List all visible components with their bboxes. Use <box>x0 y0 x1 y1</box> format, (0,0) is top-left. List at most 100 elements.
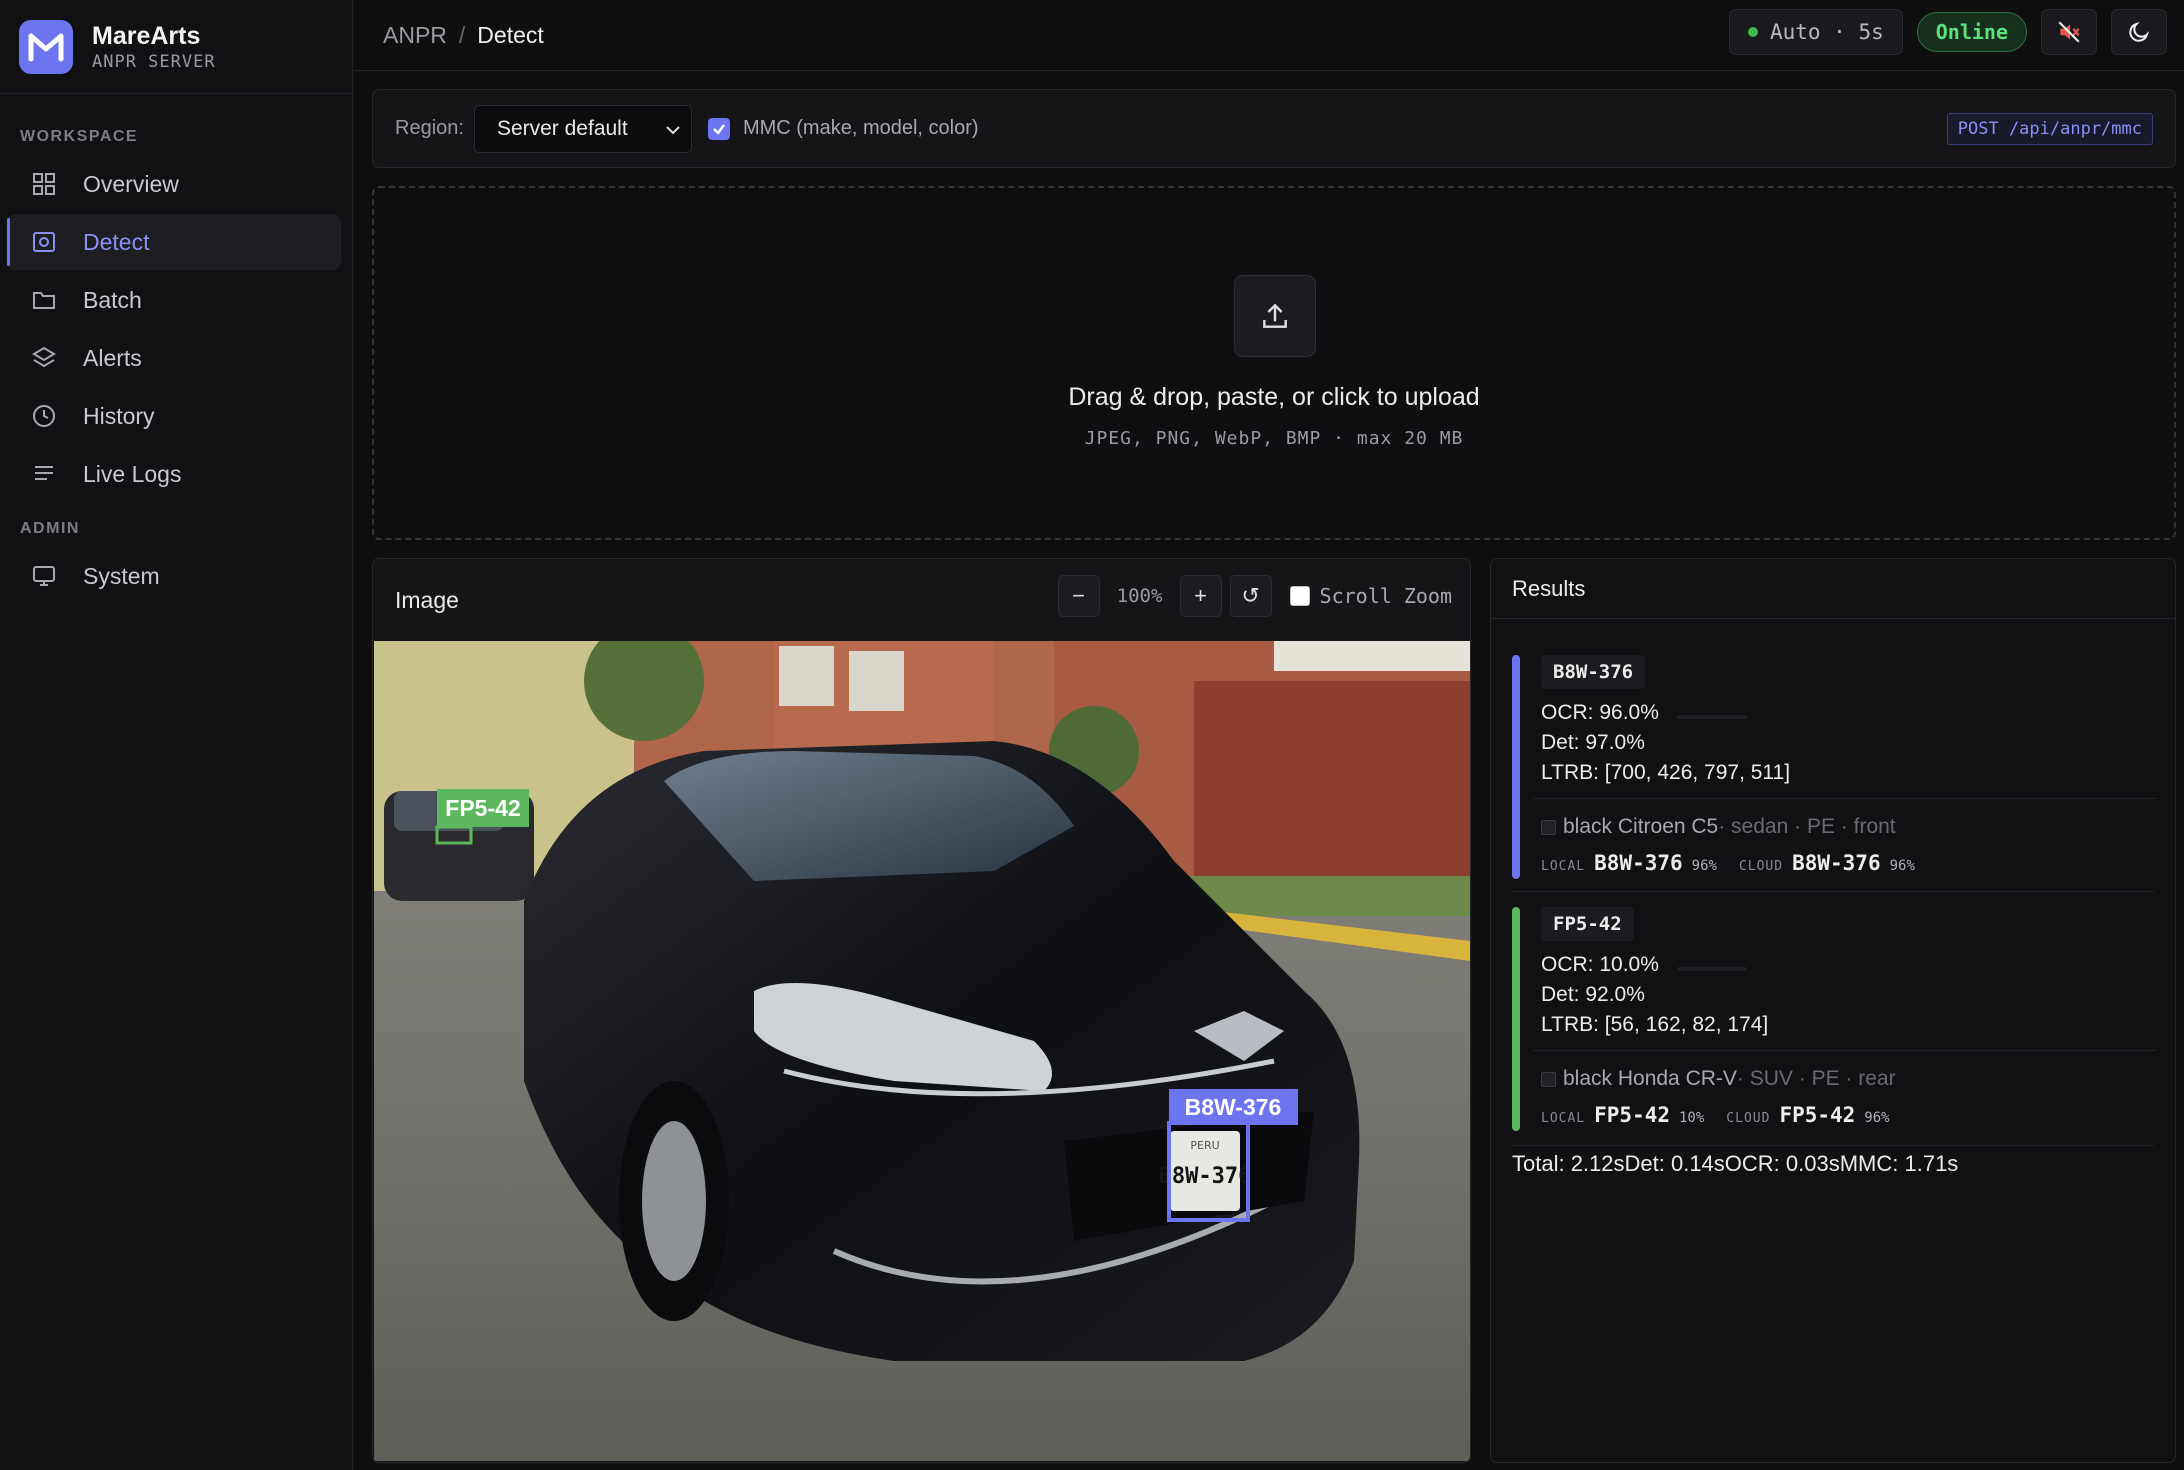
detection-image[interactable]: B8W-376 PERU B8W-376 FP5-42 <box>374 621 1470 1461</box>
sidebar-item-label: Live Logs <box>83 460 182 487</box>
sidebar-item-label: Alerts <box>83 344 142 371</box>
folder-icon <box>31 287 57 313</box>
result-plate-badge: FP5-42 <box>1541 907 1634 941</box>
sidebar-item-alerts[interactable]: Alerts <box>7 330 341 386</box>
sidebar-item-label: Detect <box>83 228 150 255</box>
result-accent-bar <box>1512 907 1520 1131</box>
layers-icon <box>31 345 57 371</box>
result-ocr: OCR: 10.0% <box>1541 953 1659 976</box>
local-pct: 10% <box>1679 1110 1705 1126</box>
sidebar: MareArts ANPR SERVER WORKSPACE Overview … <box>0 0 353 1470</box>
result-divider <box>1533 1050 2156 1051</box>
sidebar-item-system[interactable]: System <box>7 548 341 604</box>
theme-toggle-button[interactable] <box>2111 9 2167 55</box>
breadcrumb-current: Detect <box>477 21 544 48</box>
clock-icon <box>31 403 57 429</box>
upload-dropzone[interactable]: Drag & drop, paste, or click to upload J… <box>372 186 2176 540</box>
sidebar-item-history[interactable]: History <box>7 388 341 444</box>
local-plate: FP5-42 <box>1594 1103 1670 1127</box>
result-mmc: black Citroen C5 · sedan · PE · front <box>1541 815 1896 839</box>
results-panel: Results B8W-376 OCR: 96.0% Det: 97.0% LT… <box>1490 558 2176 1463</box>
zoom-in-button[interactable]: + <box>1179 575 1222 617</box>
result-card[interactable]: B8W-376 OCR: 96.0% Det: 97.0% LTRB: [700… <box>1512 655 2156 879</box>
cloud-plate: FP5-42 <box>1779 1103 1856 1127</box>
sidebar-item-label: Overview <box>83 170 179 197</box>
zoom-out-button[interactable]: − <box>1057 575 1100 617</box>
mmc-main: black Honda CR-V <box>1563 1067 1737 1090</box>
result-ocr: OCR: 96.0% <box>1541 701 1659 724</box>
status-badge: Online <box>1916 12 2027 52</box>
breadcrumb-separator: / <box>458 21 466 48</box>
brand-subtitle: ANPR SERVER <box>92 51 216 72</box>
timing-totals: Total: 2.12sDet: 0.14sOCR: 0.03sMMC: 1.7… <box>1512 1151 1959 1176</box>
grid-icon <box>31 171 57 197</box>
sidebar-item-live-logs[interactable]: Live Logs <box>7 446 341 502</box>
result-mmc: black Honda CR-V · SUV · PE · rear <box>1541 1067 1896 1091</box>
mmc-checkbox-label[interactable]: MMC (make, model, color) <box>743 117 979 140</box>
scroll-zoom-toggle[interactable]: Scroll Zoom <box>1289 584 1452 608</box>
cloud-plate: B8W-376 <box>1792 851 1881 875</box>
local-tag: LOCAL <box>1541 1111 1586 1126</box>
scroll-zoom-label: Scroll Zoom <box>1319 584 1452 608</box>
checkmark-icon <box>713 123 725 135</box>
detect-options-bar: Region: Server default MMC (make, model,… <box>372 89 2176 168</box>
topbar: ANPR / Detect Auto · 5s Online <box>354 0 2184 71</box>
region-select[interactable]: Server default <box>473 104 692 153</box>
totals-divider <box>1512 1145 2154 1146</box>
scroll-zoom-checkbox[interactable] <box>1289 586 1310 606</box>
local-tag: LOCAL <box>1541 859 1586 874</box>
mmc-checkbox[interactable] <box>707 117 730 140</box>
sidebar-item-label: Batch <box>83 286 142 313</box>
sidebar-item-detect[interactable]: Detect <box>7 214 341 270</box>
mute-sound-button[interactable] <box>2041 9 2097 55</box>
moon-icon <box>2129 21 2150 42</box>
cloud-tag: CLOUD <box>1726 1111 1771 1126</box>
auto-refresh-label: Auto · 5s <box>1769 20 1884 44</box>
upload-button[interactable] <box>1234 275 1316 357</box>
plate-text-on-image: B8W-376 <box>1159 1164 1252 1189</box>
result-sources: LOCAL B8W-376 96% CLOUD B8W-376 96% <box>1541 851 1937 875</box>
section-label-admin: ADMIN <box>20 520 80 537</box>
detection-label-b8w376: B8W-376 <box>1185 1094 1282 1120</box>
breadcrumb-root[interactable]: ANPR <box>383 22 447 49</box>
result-ltrb: LTRB: [56, 162, 82, 174] <box>1541 1013 1769 1036</box>
speaker-muted-icon <box>2058 21 2080 43</box>
zoom-level: 100% <box>1116 585 1163 607</box>
upload-title: Drag & drop, paste, or click to upload <box>1068 383 1480 411</box>
mmc-main: black Citroen C5 <box>1563 815 1719 838</box>
result-accent-bar <box>1512 655 1520 879</box>
result-ltrb: LTRB: [700, 426, 797, 511] <box>1541 761 1791 784</box>
mmc-details: · sedan · PE · front <box>1718 815 1896 838</box>
image-panel-title: Image <box>395 587 459 613</box>
car-photo: B8W-376 PERU B8W-376 FP5-42 <box>374 621 1470 1461</box>
result-plate-badge: B8W-376 <box>1541 655 1646 689</box>
result-card[interactable]: FP5-42 OCR: 10.0% Det: 92.0% LTRB: [56, … <box>1512 907 2156 1131</box>
cloud-pct: 96% <box>1889 858 1915 874</box>
local-pct: 96% <box>1691 858 1717 874</box>
ocr-confidence-bar <box>1677 967 1747 971</box>
result-det: Det: 92.0% <box>1541 983 1645 1006</box>
region-label: Region: <box>395 117 464 139</box>
result-det: Det: 97.0% <box>1541 731 1645 754</box>
sidebar-item-batch[interactable]: Batch <box>7 272 341 328</box>
brand-name: MareArts <box>92 21 201 50</box>
section-label-workspace: WORKSPACE <box>20 128 139 145</box>
brand[interactable]: MareArts ANPR SERVER <box>0 0 352 94</box>
auto-refresh-toggle[interactable]: Auto · 5s <box>1728 9 1903 55</box>
color-swatch-icon <box>1541 819 1556 835</box>
local-plate: B8W-376 <box>1594 851 1683 875</box>
results-title: Results <box>1491 559 2175 619</box>
detection-label-fp542: FP5-42 <box>445 795 520 821</box>
monitor-icon <box>31 563 57 589</box>
chevron-down-icon <box>666 125 680 134</box>
list-icon <box>31 461 57 487</box>
marearts-logo-icon <box>19 19 73 74</box>
mmc-details: · SUV · PE · rear <box>1736 1067 1896 1090</box>
sidebar-item-overview[interactable]: Overview <box>7 156 341 212</box>
upload-formats: JPEG, PNG, WebP, BMP · max 20 MB <box>1084 428 1464 449</box>
api-endpoint-badge: POST /api/anpr/mmc <box>1946 113 2153 145</box>
zoom-reset-button[interactable]: ↺ <box>1229 575 1272 617</box>
camera-icon <box>31 229 57 255</box>
color-swatch-icon <box>1541 1071 1556 1087</box>
upload-icon <box>1263 303 1287 328</box>
